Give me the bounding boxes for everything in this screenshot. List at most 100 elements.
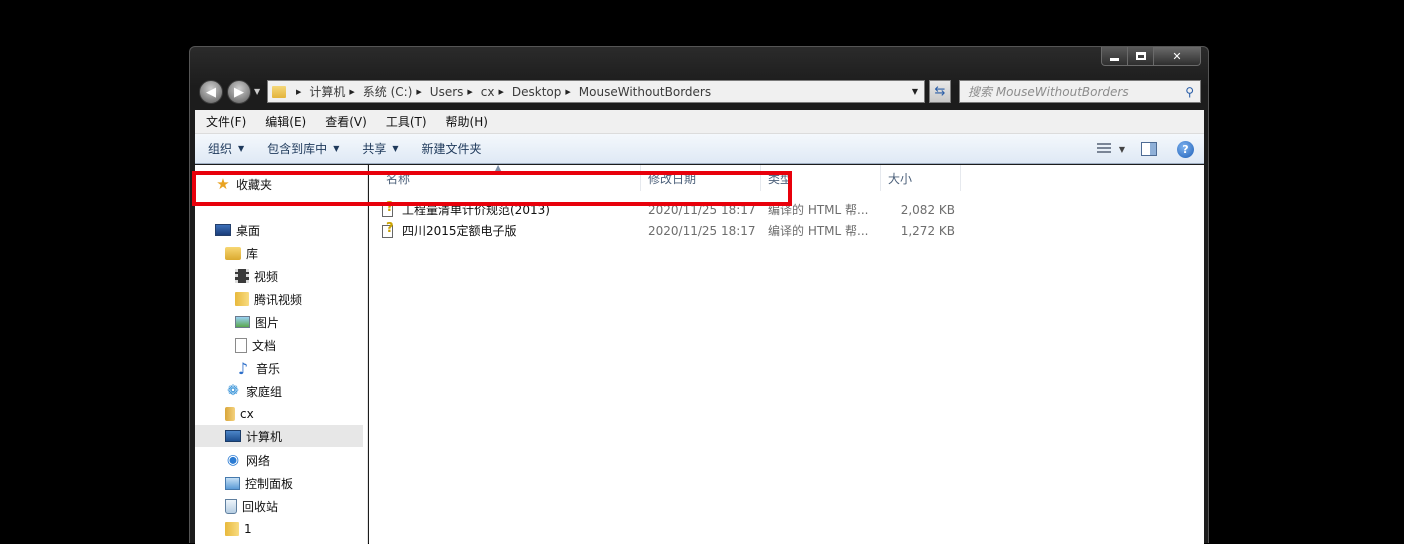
maximize-button[interactable] [1128,47,1154,66]
sidebar-item-documents[interactable]: 文档 [235,334,276,356]
document-icon [235,337,247,353]
chevron-down-icon: ▼ [1118,144,1125,154]
sidebar-item-network[interactable]: ◉ 网络 [225,449,270,471]
breadcrumb-desktop[interactable]: Desktop [512,85,562,99]
minimize-button[interactable] [1101,47,1128,66]
menu-bar: 文件(F) 编辑(E) 查看(V) 工具(T) 帮助(H) [195,110,1204,134]
desktop-icon [215,224,231,236]
search-icon[interactable]: ⚲ [1185,85,1194,99]
search-input[interactable]: 搜索 MouseWithoutBorders ⚲ [959,80,1201,103]
command-bar: 组织 ▼ 包含到库中 ▼ 共享 ▼ 新建文件夹 ▼ ? [195,134,1204,164]
sidebar-item-label: 腾讯视频 [254,292,303,307]
network-icon: ◉ [226,452,240,468]
sidebar-item-music[interactable]: ♪ 音乐 [235,357,280,379]
file-size: 2,082 KB [900,202,955,217]
sidebar-item-label: 文档 [252,338,277,353]
refresh-button[interactable]: ⇆ [929,80,951,103]
chevron-right-icon[interactable]: ▶ [349,88,354,96]
search-placeholder: 搜索 MouseWithoutBorders [968,85,1129,99]
sidebar-item-label: 桌面 [236,223,261,238]
file-list: ▲ 名称 修改日期 类型 大小 ? 工程量清单计价规范(2013) 2020/1… [369,163,1204,544]
new-folder-button[interactable]: 新建文件夹 [409,140,492,157]
chevron-right-icon[interactable]: ▶ [499,88,504,96]
sidebar-item-label: cx [240,407,254,421]
details-view-icon [1096,143,1111,155]
share-button[interactable]: 共享 ▼ [349,140,408,157]
music-icon: ♪ [237,358,249,378]
chevron-right-icon[interactable]: ▶ [416,88,421,96]
forward-arrow-icon: ▶ [234,84,244,100]
menu-view[interactable]: 查看(V) [314,113,375,130]
help-icon[interactable]: ? [1177,140,1194,158]
sidebar-item-tencent-video[interactable]: 腾讯视频 [235,288,302,310]
folder-icon [235,292,249,306]
sidebar-item-pictures[interactable]: 图片 [235,311,279,333]
close-icon: ✕ [1172,49,1182,63]
preview-pane-icon[interactable] [1141,142,1157,156]
chevron-down-icon: ▼ [392,144,399,153]
breadcrumb-cx[interactable]: cx [481,85,495,99]
close-button[interactable]: ✕ [1154,47,1201,66]
menu-tools[interactable]: 工具(T) [375,113,435,130]
breadcrumb-computer[interactable]: 计算机 [309,83,345,100]
menu-help[interactable]: 帮助(H) [435,113,496,130]
file-type: 编译的 HTML 帮... [768,224,869,238]
back-button[interactable]: ◀ [199,80,223,104]
sidebar-item-label: 1 [244,522,252,536]
menu-edit[interactable]: 编辑(E) [254,113,314,130]
maximize-icon [1135,52,1146,60]
minimize-icon [1110,57,1119,61]
file-modified: 2020/11/25 18:17 [648,223,756,238]
chm-help-icon: ? [381,221,397,239]
user-folder-icon [225,407,235,421]
navigation-bar: ◀ ▶ ▼ ▶ 计算机 ▶ 系统 (C:) ▶ Users ▶ cx ▶ Desktop… [190,77,1208,107]
picture-icon [235,316,250,328]
sidebar-item-control-panel[interactable]: 控制面板 [225,472,293,494]
breadcrumb-mousewithoutborders[interactable]: MouseWithoutBorders [579,85,711,99]
highlight-annotation-box [192,171,792,206]
forward-button[interactable]: ▶ [227,80,251,104]
new-folder-label: 新建文件夹 [421,142,482,156]
sidebar-item-label: 网络 [246,453,271,468]
chevron-right-icon[interactable]: ▶ [467,88,472,96]
sidebar-item-homegroup[interactable]: ❁ 家庭组 [225,380,282,402]
breadcrumb-drive-c[interactable]: 系统 (C:) [363,83,413,100]
chevron-right-icon[interactable]: ▶ [296,88,301,96]
sidebar-item-label: 控制面板 [245,476,294,491]
include-in-library-button[interactable]: 包含到库中 ▼ [254,140,349,157]
sidebar-item-label: 音乐 [256,361,281,376]
back-arrow-icon: ◀ [206,84,216,100]
chevron-down-icon: ▼ [238,144,245,153]
explorer-window: ✕ ◀ ▶ ▼ ▶ 计算机 ▶ 系统 (C:) ▶ Users ▶ cx ▶ Deskt… [189,46,1209,544]
recent-pages-dropdown[interactable]: ▼ [254,87,260,96]
organize-label: 组织 [208,142,233,156]
breadcrumb-users[interactable]: Users [430,85,464,99]
control-panel-icon [225,476,240,490]
column-header-size[interactable]: 大小 [881,165,961,191]
file-name: 四川2015定额电子版 [402,224,517,238]
sidebar-item-label: 图片 [255,315,280,330]
chevron-right-icon[interactable]: ▶ [565,88,570,96]
sidebar-item-folder-1[interactable]: 1 [225,518,252,540]
sidebar-item-libraries[interactable]: 库 [225,242,258,264]
sidebar-item-computer[interactable]: 计算机 [195,425,363,447]
change-view-button[interactable]: ▼ [1096,143,1125,155]
menu-file[interactable]: 文件(F) [195,113,254,130]
video-icon [235,269,249,283]
sidebar-item-desktop[interactable]: 桌面 [215,219,260,241]
organize-button[interactable]: 组织 ▼ [195,140,254,157]
folder-icon [272,85,286,98]
sidebar-item-label: 计算机 [246,429,283,444]
computer-icon [225,430,241,442]
address-bar[interactable]: ▶ 计算机 ▶ 系统 (C:) ▶ Users ▶ cx ▶ Desktop ▶ Mous… [267,80,925,103]
sidebar-item-videos[interactable]: 视频 [235,265,278,287]
sidebar-item-recycle-bin[interactable]: 回收站 [225,495,278,517]
address-dropdown-icon[interactable]: ▼ [912,87,918,96]
sidebar-item-cx[interactable]: cx [225,403,254,425]
refresh-icon: ⇆ [934,84,946,99]
file-name-cell: ? 四川2015定额电子版 [381,220,517,241]
file-row[interactable]: ? 四川2015定额电子版 2020/11/25 18:17 编译的 HTML … [369,220,969,241]
folder-icon [225,522,239,536]
chevron-down-icon: ▼ [333,144,340,153]
include-in-library-label: 包含到库中 [267,142,328,156]
